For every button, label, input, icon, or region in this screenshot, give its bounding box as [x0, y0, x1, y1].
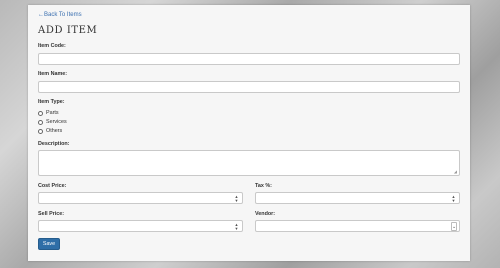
cost-price-input[interactable]: ▲ ▼ — [38, 192, 243, 204]
item-name-input[interactable] — [38, 81, 460, 93]
item-type-option-parts[interactable]: Parts — [38, 110, 59, 116]
number-spinner-icon[interactable]: ▲ ▼ — [451, 195, 456, 203]
chevron-down-icon[interactable]: ⌄ — [451, 222, 457, 231]
item-code-input[interactable] — [38, 53, 460, 65]
vendor-select[interactable]: ⌄ — [255, 220, 460, 232]
resize-handle-icon[interactable]: ◢ — [454, 169, 457, 174]
radio-button[interactable] — [38, 128, 43, 134]
save-button[interactable]: Save — [38, 238, 60, 250]
sell-price-label: Sell Price: — [38, 211, 65, 217]
item-name-label: Item Name: — [38, 71, 68, 77]
description-label: Description: — [38, 141, 70, 147]
tax-input[interactable]: ▲ ▼ — [255, 192, 460, 204]
cost-price-label: Cost Price: — [38, 183, 67, 189]
sell-price-input[interactable]: ▲ ▼ — [38, 220, 243, 232]
item-type-option-others[interactable]: Others — [38, 128, 62, 134]
form-panel: ←Back To Items ADD ITEM Item Code: Item … — [28, 5, 470, 261]
radio-button[interactable] — [38, 110, 43, 116]
description-textarea[interactable]: ◢ — [38, 150, 460, 176]
tax-label: Tax %: — [255, 183, 272, 189]
radio-label: Services — [46, 119, 67, 125]
item-type-label: Item Type: — [38, 99, 65, 105]
radio-button[interactable] — [38, 119, 43, 125]
number-spinner-icon[interactable]: ▲ ▼ — [234, 195, 239, 203]
radio-label: Others — [46, 128, 63, 134]
vendor-label: Vendor: — [255, 211, 276, 217]
number-spinner-icon[interactable]: ▲ ▼ — [234, 223, 239, 231]
item-type-option-services[interactable]: Services — [38, 119, 67, 125]
back-to-items-link[interactable]: ←Back To Items — [38, 12, 82, 18]
page-title: ADD ITEM — [38, 25, 98, 36]
radio-label: Parts — [46, 110, 59, 116]
item-code-label: Item Code: — [38, 43, 66, 49]
